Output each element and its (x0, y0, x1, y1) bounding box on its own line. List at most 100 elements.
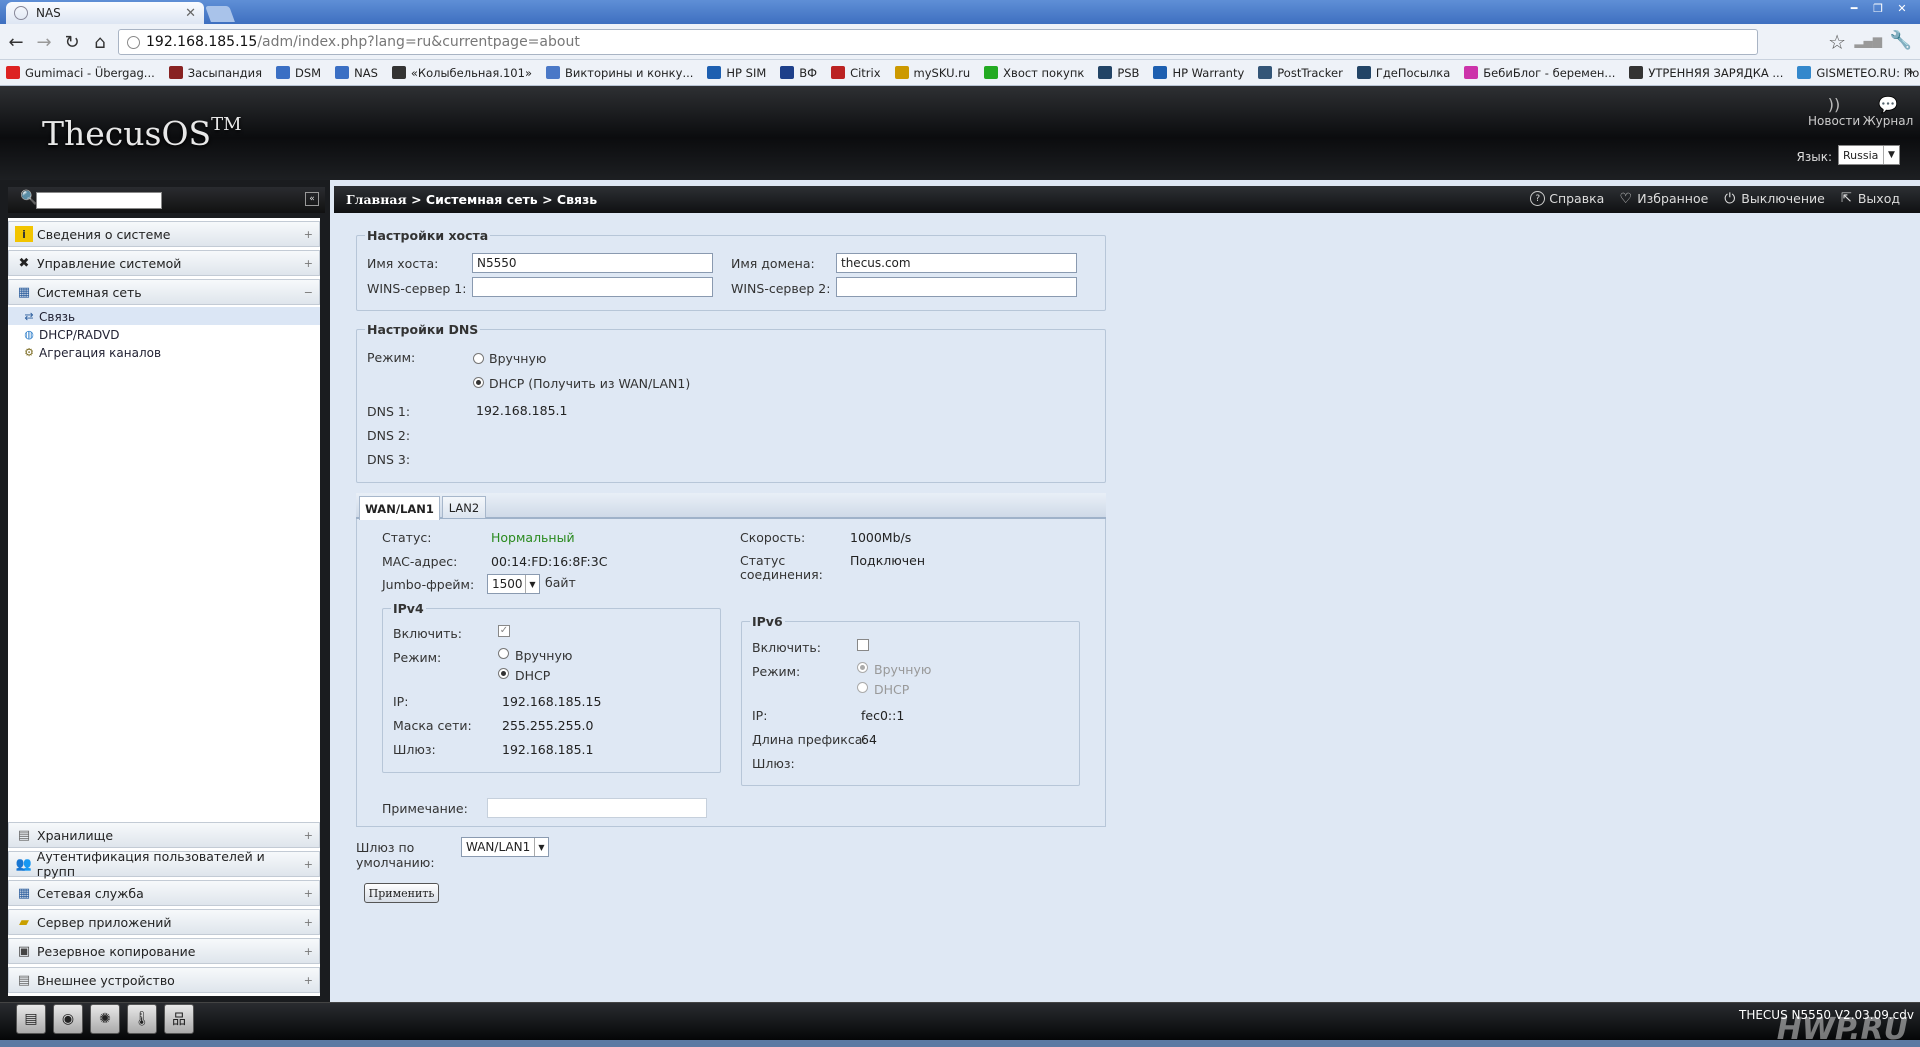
minimize-icon[interactable]: ━ (1842, 0, 1866, 17)
favorites-button[interactable]: ♡ Избранное (1618, 191, 1709, 207)
collapse-sidebar-icon[interactable]: « (305, 192, 319, 206)
shutdown-button[interactable]: ⏻ Выключение (1722, 191, 1825, 207)
bookmark-item[interactable]: HP Warranty (1153, 66, 1244, 80)
bookmark-item[interactable]: Хвост покупк (984, 66, 1084, 80)
restore-icon[interactable]: ❐ (1866, 0, 1890, 17)
bookmark-item[interactable]: ВФ (780, 66, 817, 80)
expand-icon: + (303, 828, 313, 842)
rss-icon: )) (1827, 95, 1841, 114)
default-gateway-value: WAN/LAN1 (466, 840, 531, 854)
apply-button[interactable]: Применить (364, 883, 439, 903)
domain-input[interactable]: thecus.com (836, 253, 1077, 273)
bookmark-item[interactable]: mySKU.ru (894, 66, 970, 80)
home-icon[interactable]: ⌂ (88, 30, 112, 54)
sidebar-item-system-info[interactable]: i Сведения о системе + (8, 221, 320, 247)
ipv6-manual-label: Вручную (874, 662, 932, 677)
ipv4-manual-radio[interactable] (498, 648, 509, 659)
log-button[interactable]: 💬 Журнал (1862, 95, 1914, 129)
default-gateway-select[interactable]: WAN/LAN1 ▼ (461, 837, 549, 857)
bookmark-item[interactable]: Citrix (831, 66, 881, 80)
dns-manual-radio[interactable] (473, 353, 484, 364)
sidebar-item-backup[interactable]: ▣ Резервное копирование + (8, 938, 320, 964)
subitem-label: DHCP/RADVD (39, 327, 120, 342)
bookmark-item[interactable]: Засыпандия (168, 66, 262, 80)
bookmark-item[interactable]: Викторины и конку... (545, 66, 693, 80)
info-icon: i (15, 226, 33, 242)
wins2-input[interactable] (836, 277, 1077, 297)
browser-tab[interactable]: NAS ✕ (6, 2, 204, 24)
chat-icon: 💬 (1878, 95, 1898, 114)
ipv6-enable-checkbox[interactable] (857, 639, 869, 651)
ipv6-enable-label: Включить: (752, 640, 822, 655)
bookmarks-more[interactable]: » (1906, 60, 1914, 86)
logout-button[interactable]: ⇱ Выход (1839, 191, 1900, 206)
note-input[interactable] (487, 798, 707, 818)
help-label: Справка (1549, 191, 1605, 206)
ipv4-enable-label: Включить: (393, 626, 463, 641)
sidebar-item-user-auth[interactable]: 👥 Аутентификация пользователей и групп + (8, 849, 320, 879)
sidebar-item-app-server[interactable]: ▰ Сервер приложений + (8, 909, 320, 935)
breadcrumb: Главная > Системная сеть > Связь (346, 192, 597, 207)
help-button[interactable]: ? Справка (1530, 191, 1604, 206)
wins1-input[interactable] (472, 277, 713, 297)
bookmark-item[interactable]: «Колыбельная.101» (391, 66, 532, 80)
sidebar-subitem-link[interactable]: ⇄ Связь (22, 308, 75, 325)
address-bar[interactable]: 192.168.185.15/adm/index.php?lang=ru&cur… (118, 29, 1758, 55)
forward-icon[interactable]: → (32, 30, 56, 54)
bookmark-item[interactable]: PSB (1098, 66, 1139, 80)
sidebar-subitem-dhcp[interactable]: ◍ DHCP/RADVD (22, 326, 119, 343)
language-select[interactable]: Russia ▼ (1838, 145, 1900, 165)
close-window-icon[interactable]: ✕ (1890, 0, 1914, 17)
ipv6-ip-label: IP: (752, 708, 768, 723)
bookmark-item[interactable]: УТРЕННЯЯ ЗАРЯДКА ... (1629, 66, 1783, 80)
bookmark-item[interactable]: HP SIM (707, 66, 766, 80)
network-status-icon[interactable]: 品 (164, 1004, 194, 1034)
breadcrumb-separator: > (542, 192, 553, 207)
tab-wan-lan1[interactable]: WAN/LAN1 (359, 496, 440, 520)
raid-status-icon[interactable]: ▤ (16, 1004, 46, 1034)
storage-icon: ▤ (17, 827, 31, 843)
temperature-icon[interactable]: 🌡 (127, 1004, 157, 1034)
bookmark-label: УТРЕННЯЯ ЗАРЯДКА ... (1648, 65, 1784, 80)
sidebar-item-storage[interactable]: ▤ Хранилище + (8, 822, 320, 848)
bookmark-label: PostTracker (1277, 65, 1343, 80)
news-button[interactable]: )) Новости (1808, 95, 1861, 129)
breadcrumb-home[interactable]: Главная (346, 192, 407, 207)
back-icon[interactable]: ← (4, 30, 28, 54)
bookmark-favicon-icon (780, 66, 795, 79)
chevron-down-icon: ▼ (525, 575, 539, 593)
dns-dhcp-radio[interactable] (473, 377, 484, 388)
bookmark-item[interactable]: GISMETEO.RU: Пого... (1797, 66, 1920, 80)
bookmark-item[interactable]: DSM (276, 66, 321, 80)
bookmark-star-icon[interactable]: ☆ (1828, 30, 1846, 54)
sidebar-item-external-device[interactable]: ▤ Внешнее устройство + (8, 967, 320, 993)
sidebar-item-system-management[interactable]: ✖ Управление системой + (8, 250, 320, 276)
dns-settings-legend: Настройки DNS (367, 322, 479, 337)
bookmark-item[interactable]: NAS (335, 66, 378, 80)
close-tab-icon[interactable]: ✕ (185, 6, 196, 21)
sidebar-subitem-aggregation[interactable]: ⚙ Агрегация каналов (22, 344, 161, 361)
tab-lan2[interactable]: LAN2 (442, 496, 486, 518)
reload-icon[interactable]: ↻ (60, 30, 84, 54)
thecus-logo: ThecusOSTM (42, 114, 242, 153)
ipv4-enable-checkbox[interactable]: ✓ (498, 625, 510, 637)
ipv6-dhcp-radio[interactable] (857, 682, 868, 693)
bookmark-item[interactable]: БебиБлог - беремен... (1464, 66, 1615, 80)
window-controls: ━ ❐ ✕ (1842, 0, 1914, 17)
disk-status-icon[interactable]: ◉ (53, 1004, 83, 1034)
sidebar-item-network-service[interactable]: ▦ Сетевая служба + (8, 880, 320, 906)
ipv6-manual-radio[interactable] (857, 662, 868, 673)
fan-status-icon[interactable]: ✺ (90, 1004, 120, 1034)
sidebar-search-input[interactable] (36, 192, 162, 209)
bookmark-favicon-icon (1153, 66, 1168, 79)
bookmark-item[interactable]: ГдеПосылка (1356, 66, 1450, 80)
hostname-input[interactable]: N5550 (472, 253, 713, 273)
wrench-icon[interactable]: 🔧 (1890, 30, 1912, 51)
jumbo-frame-select[interactable]: 1500 ▼ (487, 574, 540, 594)
breadcrumb-bar: Главная > Системная сеть > Связь ? Справк… (334, 186, 1920, 213)
news-label: Новости (1808, 114, 1861, 128)
bookmark-item[interactable]: Gumimaci - Übergag... (6, 66, 155, 80)
ipv4-dhcp-radio[interactable] (498, 668, 509, 679)
bookmark-item[interactable]: PostTracker (1258, 66, 1343, 80)
sidebar-item-system-network[interactable]: ▦ Системная сеть − (8, 279, 320, 305)
